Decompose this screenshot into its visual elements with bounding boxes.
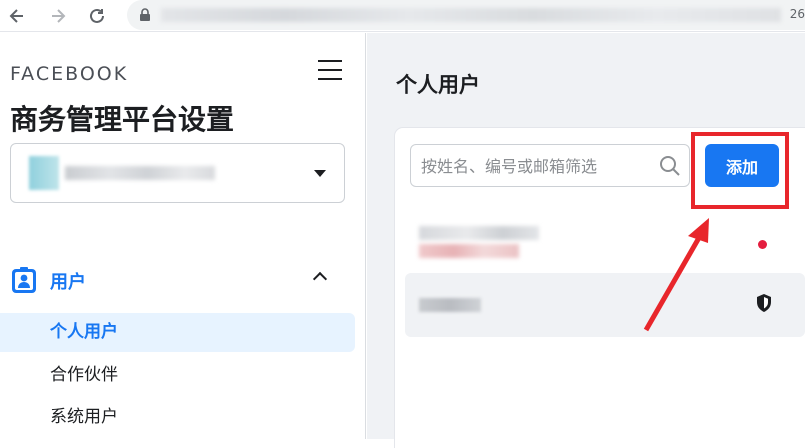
sidebar-item-system-users[interactable]: 系统用户 bbox=[0, 398, 355, 437]
address-bar[interactable]: 26 bbox=[127, 0, 805, 30]
forward-button[interactable] bbox=[45, 3, 71, 29]
user-name-redacted bbox=[419, 298, 481, 312]
reload-icon bbox=[90, 8, 104, 23]
sidebar-item-partners[interactable]: 合作伙伴 bbox=[0, 356, 355, 395]
chevron-up-icon[interactable] bbox=[312, 271, 328, 287]
users-card: 添加 bbox=[395, 128, 805, 448]
section-title: 个人用户 bbox=[396, 73, 480, 97]
sidebar: FACEBOOK 商务管理平台设置 用户 个人用户 合作伙伴 系统用户 bbox=[0, 33, 366, 439]
user-badge-icon bbox=[12, 267, 36, 293]
shield-icon bbox=[757, 294, 771, 312]
arrow-right-icon bbox=[52, 9, 66, 23]
url-redacted bbox=[161, 8, 781, 22]
arrow-left-icon bbox=[9, 9, 23, 23]
account-avatar bbox=[29, 156, 59, 190]
user-name-redacted bbox=[419, 226, 539, 240]
sidebar-section-users[interactable]: 用户 bbox=[10, 265, 355, 295]
browser-toolbar: 26 bbox=[0, 0, 805, 32]
url-text-tail: 26 bbox=[789, 7, 805, 21]
main-content: 个人用户 添加 bbox=[367, 33, 805, 448]
search-box[interactable] bbox=[410, 144, 690, 187]
alert-dot bbox=[758, 240, 767, 249]
page-title: 商务管理平台设置 bbox=[10, 103, 235, 136]
account-name-redacted bbox=[65, 166, 215, 180]
reload-button[interactable] bbox=[84, 3, 110, 29]
sidebar-item-individual-users[interactable]: 个人用户 bbox=[0, 313, 355, 352]
highlight-annotation bbox=[691, 132, 789, 209]
business-account-select[interactable] bbox=[10, 143, 345, 203]
menu-icon[interactable] bbox=[318, 60, 342, 82]
user-status-redacted bbox=[419, 244, 519, 258]
search-icon[interactable] bbox=[659, 155, 681, 177]
sidebar-section-users-label: 用户 bbox=[50, 272, 86, 293]
caret-down-icon bbox=[314, 170, 326, 177]
list-item[interactable] bbox=[405, 212, 805, 276]
brand-logo: FACEBOOK bbox=[10, 63, 129, 85]
list-item[interactable] bbox=[405, 273, 805, 337]
back-button[interactable] bbox=[4, 3, 30, 29]
lock-icon bbox=[140, 8, 150, 21]
search-input[interactable] bbox=[421, 155, 651, 177]
